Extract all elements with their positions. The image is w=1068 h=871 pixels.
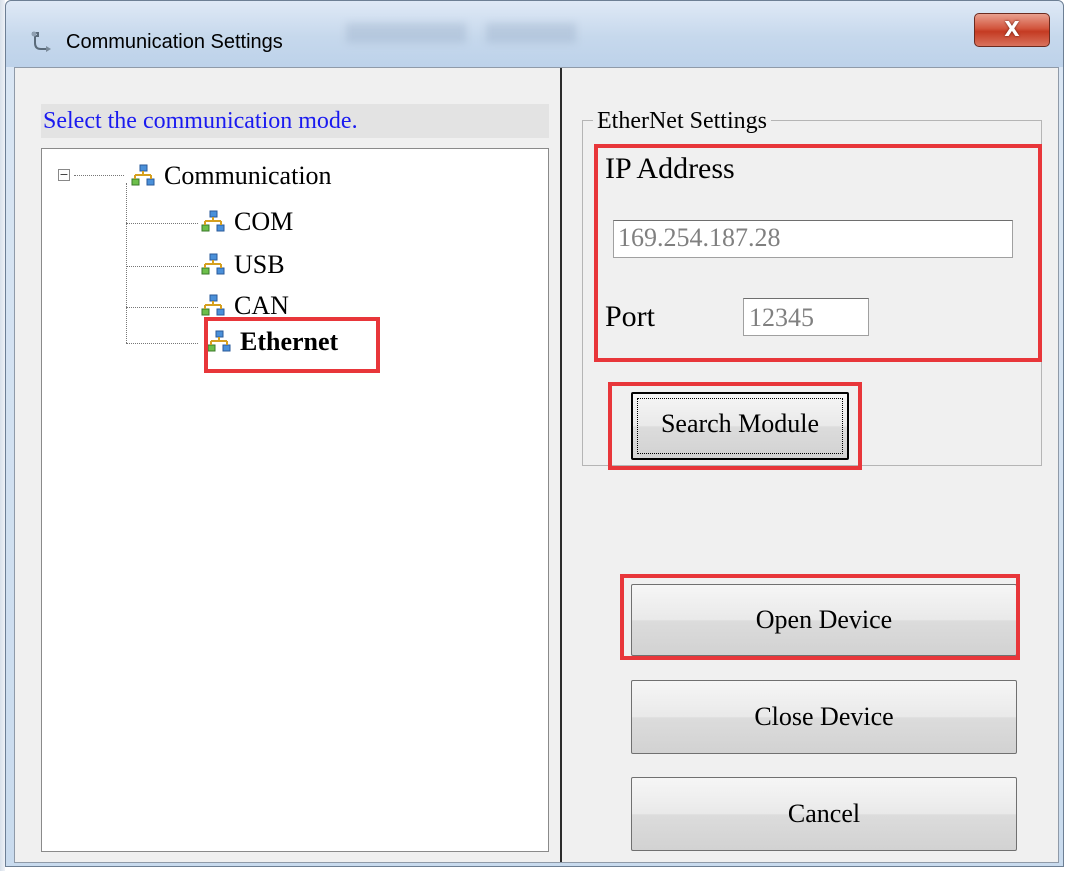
highlight-box-ethernet xyxy=(204,317,380,373)
network-icon xyxy=(201,253,225,275)
tree-connector xyxy=(126,307,198,308)
dialog-window: Communication Settings X Select the comm… xyxy=(5,0,1064,867)
tree-connector xyxy=(126,343,198,344)
highlight-box-search xyxy=(608,382,862,470)
tree-item-communication[interactable]: Communication xyxy=(130,161,332,191)
tree-connector xyxy=(126,223,198,224)
tree-collapse-toggle[interactable]: − xyxy=(58,169,70,181)
panel-divider xyxy=(560,68,562,862)
network-icon xyxy=(131,164,155,186)
tree-item-com[interactable]: COM xyxy=(200,207,293,237)
title-bar-blur xyxy=(486,23,576,43)
tree-connector xyxy=(126,183,127,343)
dialog-client-area: Select the communication mode. − Communi… xyxy=(14,67,1059,863)
tree-item-label: COM xyxy=(234,207,294,236)
communication-mode-tree[interactable]: − Communication COM USB CAN Ethernet xyxy=(41,148,549,852)
close-device-button[interactable]: Close Device xyxy=(631,680,1017,754)
highlight-box-address xyxy=(594,144,1042,362)
tree-item-label: Communication xyxy=(164,161,332,190)
window-title: Communication Settings xyxy=(66,31,283,53)
network-icon xyxy=(201,210,225,232)
tree-item-usb[interactable]: USB xyxy=(200,250,285,280)
highlight-box-open xyxy=(620,574,1020,660)
instruction-label: Select the communication mode. xyxy=(41,104,549,138)
tree-connector xyxy=(74,175,124,176)
group-title: EtherNet Settings xyxy=(593,108,771,135)
close-window-button[interactable]: X xyxy=(974,13,1050,47)
title-bar[interactable]: Communication Settings X xyxy=(6,1,1063,67)
tree-item-label: USB xyxy=(234,250,285,279)
title-bar-blur xyxy=(346,23,466,43)
tree-connector xyxy=(126,266,198,267)
network-icon xyxy=(201,294,225,316)
wrench-cable-icon xyxy=(31,31,51,52)
cancel-button[interactable]: Cancel xyxy=(631,777,1017,851)
